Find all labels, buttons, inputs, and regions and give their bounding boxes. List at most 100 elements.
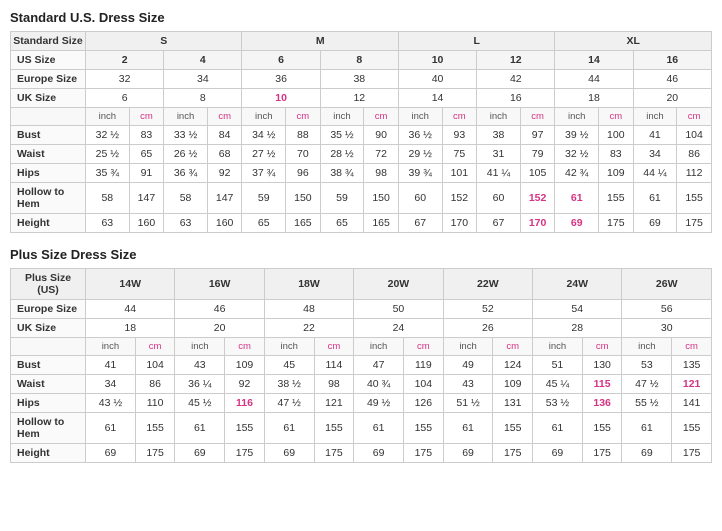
measurement-val: 26 ½ (164, 145, 208, 164)
plus-measurement-label: Waist (11, 375, 86, 394)
measurement-val: 86 (677, 145, 712, 164)
measurement-val: 79 (520, 145, 555, 164)
measurement-label: Hips (11, 164, 86, 183)
plus-measurement-val: 53 ½ (533, 394, 583, 413)
measurement-val: 147 (207, 183, 242, 214)
plus-unit-cell: inch (86, 338, 136, 356)
us-size-val: 6 (242, 51, 320, 70)
measurement-val: 35 ½ (320, 126, 364, 145)
measurement-val: 75 (442, 145, 477, 164)
us-size-val: 10 (398, 51, 476, 70)
uk-size-val: 10 (242, 89, 320, 108)
plus-measurement-val: 110 (135, 394, 175, 413)
plus-measurement-val: 109 (225, 356, 265, 375)
plus-measurement-val: 155 (314, 413, 354, 444)
plus-measurement-val: 43 (175, 356, 225, 375)
measurement-val: 150 (286, 183, 321, 214)
measurement-val: 39 ½ (555, 126, 599, 145)
unit-row-label (11, 108, 86, 126)
plus-measurement-val: 61 (264, 413, 314, 444)
plus-measurement-label: Bust (11, 356, 86, 375)
uk-size-val: 18 (555, 89, 633, 108)
plus-size-val: 22W (443, 269, 532, 300)
measurement-val: 93 (442, 126, 477, 145)
uk-size-val: 12 (320, 89, 398, 108)
plus-measurement-val: 141 (672, 394, 712, 413)
unit-cell: inch (633, 108, 677, 126)
measurement-label: Height (11, 214, 86, 233)
measurement-val: 42 ¾ (555, 164, 599, 183)
unit-cell: inch (555, 108, 599, 126)
plus-measurement-val: 45 ½ (175, 394, 225, 413)
unit-cell: inch (398, 108, 442, 126)
measurement-val: 155 (677, 183, 712, 214)
plus-unit-cell: cm (135, 338, 175, 356)
plus-measurement-val: 109 (493, 375, 533, 394)
measurement-val: 32 ½ (555, 145, 599, 164)
measurement-label: Hollow to Hem (11, 183, 86, 214)
plus-europe-val: 46 (175, 300, 264, 319)
measurement-val: 90 (364, 126, 399, 145)
measurement-val: 63 (164, 214, 208, 233)
europe-size-val: 44 (555, 70, 633, 89)
measurement-val: 175 (677, 214, 712, 233)
plus-measurement-val: 175 (404, 444, 444, 463)
measurement-val: 65 (129, 145, 164, 164)
measurement-val: 60 (398, 183, 442, 214)
plus-unit-cell: inch (175, 338, 225, 356)
plus-measurement-val: 53 (622, 356, 672, 375)
plus-measurement-val: 45 (264, 356, 314, 375)
plus-measurement-val: 41 (86, 356, 136, 375)
measurement-val: 91 (129, 164, 164, 183)
measurement-val: 152 (442, 183, 477, 214)
measurement-val: 38 (477, 126, 521, 145)
measurement-val: 69 (555, 214, 599, 233)
plus-measurement-val: 69 (622, 444, 672, 463)
plus-measurement-val: 175 (135, 444, 175, 463)
size-group-s: S (86, 32, 242, 51)
measurement-val: 70 (286, 145, 321, 164)
measurement-val: 84 (207, 126, 242, 145)
plus-measurement-val: 135 (672, 356, 712, 375)
measurement-val: 170 (520, 214, 555, 233)
europe-size-val: 40 (398, 70, 476, 89)
plus-unit-cell: inch (354, 338, 404, 356)
plus-measurement-val: 69 (175, 444, 225, 463)
plus-uk-val: 18 (86, 319, 175, 338)
plus-europe-val: 54 (533, 300, 622, 319)
plus-measurement-val: 43 ½ (86, 394, 136, 413)
measurement-val: 104 (677, 126, 712, 145)
plus-measurement-val: 155 (135, 413, 175, 444)
plus-measurement-label: Height (11, 444, 86, 463)
measurement-val: 36 ¾ (164, 164, 208, 183)
plus-unit-cell: inch (264, 338, 314, 356)
plus-measurement-val: 175 (225, 444, 265, 463)
measurement-val: 36 ½ (398, 126, 442, 145)
plus-unit-cell: inch (533, 338, 583, 356)
uk-size-val: 6 (86, 89, 164, 108)
measurement-val: 105 (520, 164, 555, 183)
plus-measurement-val: 61 (533, 413, 583, 444)
standard-table: Standard SizeSMLXLUS Size246810121416Eur… (10, 31, 712, 233)
measurement-val: 68 (207, 145, 242, 164)
measurement-val: 155 (599, 183, 634, 214)
plus-measurement-val: 61 (622, 413, 672, 444)
measurement-val: 170 (442, 214, 477, 233)
size-group-l: L (398, 32, 554, 51)
plus-measurement-val: 116 (225, 394, 265, 413)
measurement-val: 28 ½ (320, 145, 364, 164)
measurement-val: 160 (207, 214, 242, 233)
plus-measurement-val: 49 ½ (354, 394, 404, 413)
plus-title: Plus Size Dress Size (10, 247, 712, 262)
uk-size-val: 8 (164, 89, 242, 108)
measurement-val: 34 ½ (242, 126, 286, 145)
measurement-val: 96 (286, 164, 321, 183)
measurement-val: 83 (129, 126, 164, 145)
plus-unit-cell: inch (622, 338, 672, 356)
plus-measurement-val: 121 (314, 394, 354, 413)
measurement-val: 98 (364, 164, 399, 183)
plus-europe-val: 50 (354, 300, 443, 319)
plus-uk-val: 26 (443, 319, 532, 338)
unit-cell: cm (442, 108, 477, 126)
measurement-val: 31 (477, 145, 521, 164)
